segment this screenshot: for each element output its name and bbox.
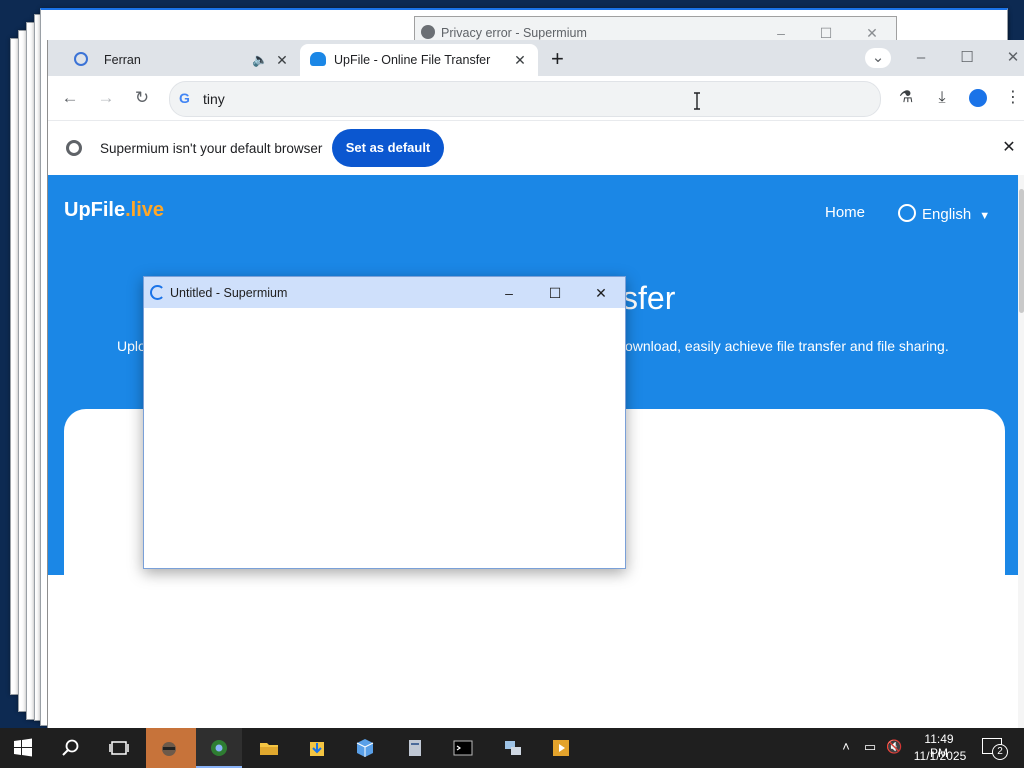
- tab-strip: Ferran 🔈 ✕ UpFile - Online File Transfer…: [48, 40, 1024, 76]
- forward-icon[interactable]: →: [96, 88, 116, 108]
- untitled-popup-window[interactable]: Untitled - Supermium – ☐ ✕: [143, 276, 626, 569]
- notification-count: 2: [992, 744, 1008, 760]
- set-as-default-button[interactable]: Set as default: [332, 129, 444, 167]
- taskbar-app-network[interactable]: [490, 728, 536, 768]
- google-icon: G: [179, 90, 190, 106]
- search-button[interactable]: [48, 728, 94, 768]
- cube-icon: [356, 739, 374, 757]
- new-tab-button[interactable]: +: [551, 46, 564, 72]
- tab-ferran[interactable]: Ferran 🔈 ✕: [56, 44, 300, 76]
- logo-main: UpFile: [64, 199, 126, 221]
- close-tab-icon[interactable]: ✕: [274, 52, 290, 68]
- taskbar-app-downloads[interactable]: [294, 728, 340, 768]
- taskbar-app-server[interactable]: [392, 728, 438, 768]
- default-browser-infobar: Supermium isn't your default browser Set…: [48, 120, 1024, 177]
- hero-title: sfer: [622, 280, 676, 316]
- taskbar-app-virtualbox[interactable]: [342, 728, 388, 768]
- folder-icon: [260, 743, 278, 755]
- maximize-icon[interactable]: ☐: [952, 48, 982, 68]
- server-icon: [409, 740, 421, 756]
- volume-muted-icon[interactable]: 🔇: [886, 739, 902, 755]
- popup-title: Untitled - Supermium: [170, 286, 288, 300]
- maximize-icon[interactable]: ☐: [544, 283, 566, 303]
- loading-spinner-icon: [150, 285, 165, 300]
- network-computers-icon: [505, 741, 521, 755]
- download-icon[interactable]: ⤓: [931, 87, 953, 109]
- network-icon[interactable]: ▭: [862, 739, 878, 755]
- taskbar-app-media[interactable]: [538, 728, 584, 768]
- menu-icon[interactable]: ⋮: [1002, 87, 1024, 109]
- tab-title: Ferran: [104, 53, 141, 67]
- globe-icon: [898, 204, 916, 222]
- nav-home-link[interactable]: Home: [825, 204, 865, 221]
- taskbar-app-raccoon[interactable]: [146, 728, 196, 768]
- downloads-folder-icon: [310, 742, 324, 756]
- minimize-icon[interactable]: –: [498, 283, 520, 303]
- supermium-icon: [211, 740, 227, 756]
- chrome-icon: [66, 140, 82, 156]
- site-logo[interactable]: UpFile.live: [64, 199, 164, 222]
- task-view-icon: [109, 741, 129, 755]
- infobar-message: Supermium isn't your default browser: [100, 141, 323, 156]
- chrome-icon: [421, 25, 435, 39]
- browser-toolbar: ← → ↻ G tiny ⚗ ⤓ ⋮: [48, 76, 1024, 120]
- notification-center-button[interactable]: 2: [982, 736, 1008, 760]
- raccoon-app-icon: [162, 742, 176, 756]
- speaker-icon[interactable]: 🔈: [252, 52, 268, 68]
- close-icon[interactable]: ✕: [590, 283, 612, 303]
- taskbar-app-supermium[interactable]: [196, 728, 242, 768]
- chevron-up-icon[interactable]: ˄: [838, 739, 854, 755]
- hero-subtitle-left: Uplo: [117, 338, 146, 354]
- logo-suffix: .live: [125, 199, 165, 221]
- close-tab-icon[interactable]: ✕: [512, 52, 528, 68]
- language-label: English: [922, 206, 972, 223]
- profile-avatar-icon[interactable]: [967, 87, 989, 109]
- tab-title: UpFile - Online File Transfer: [334, 53, 491, 67]
- caret-down-icon: ▼: [979, 210, 991, 222]
- taskbar-app-terminal[interactable]: [440, 728, 486, 768]
- close-infobar-icon[interactable]: ✕: [1000, 139, 1018, 157]
- upload-cloud-icon: [310, 52, 326, 66]
- tab-upfile[interactable]: UpFile - Online File Transfer ✕: [300, 44, 538, 76]
- reload-icon[interactable]: ↻: [132, 88, 152, 108]
- tab-search-icon[interactable]: ⌄: [865, 48, 891, 68]
- address-bar[interactable]: G tiny: [169, 81, 881, 117]
- page-scrollbar[interactable]: [1018, 175, 1024, 730]
- close-icon[interactable]: ✕: [998, 48, 1024, 68]
- minimize-icon[interactable]: –: [906, 48, 936, 68]
- address-text[interactable]: tiny: [203, 91, 225, 107]
- privacy-window-title: Privacy error - Supermium: [441, 26, 587, 40]
- text-cursor-icon: [693, 92, 700, 110]
- media-player-icon: [553, 740, 569, 756]
- start-button[interactable]: [0, 728, 46, 768]
- clock-date[interactable]: 11/1/2025: [910, 749, 970, 763]
- edge-favicon-icon: [74, 52, 88, 66]
- windows-icon: [14, 738, 32, 757]
- terminal-icon: [453, 740, 473, 756]
- hero-subtitle-right: ownload, easily achieve file transfer an…: [625, 338, 949, 354]
- hero-subtitle: Uplo ownload, easily achieve file transfe…: [117, 338, 949, 354]
- taskbar: ˄ ▭ 🔇 11:49 PM 11/1/2025 2: [0, 728, 1024, 768]
- taskbar-app-file-explorer[interactable]: [246, 728, 292, 768]
- search-icon: [62, 739, 79, 756]
- popup-title-bar[interactable]: Untitled - Supermium – ☐ ✕: [144, 277, 625, 308]
- scrollbar-thumb[interactable]: [1019, 189, 1024, 313]
- labs-icon[interactable]: ⚗: [895, 87, 917, 109]
- language-selector[interactable]: English ▼: [898, 204, 990, 223]
- task-view-button[interactable]: [96, 728, 142, 768]
- back-icon[interactable]: ←: [60, 88, 80, 108]
